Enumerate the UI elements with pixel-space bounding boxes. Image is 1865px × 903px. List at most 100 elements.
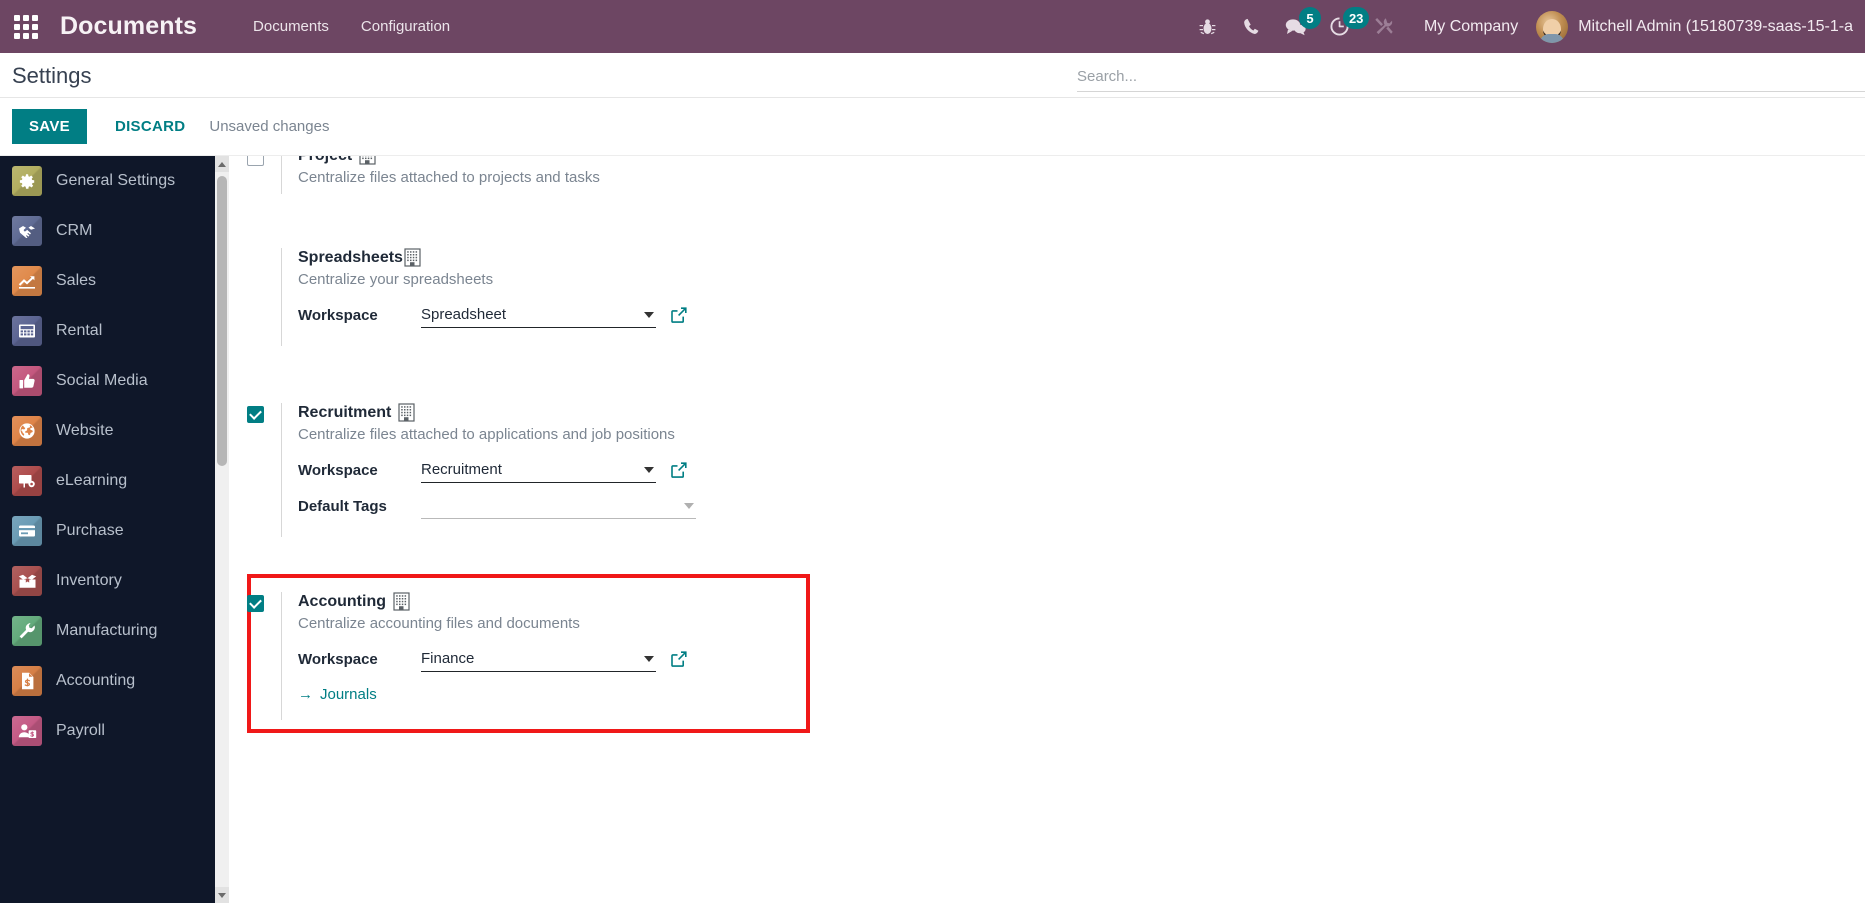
journals-link[interactable]: → Journals	[298, 686, 869, 703]
top-navbar: Documents Documents Configuration 5 23 M…	[0, 0, 1865, 53]
chevron-down-icon	[644, 655, 654, 662]
accounting-workspace-row: Workspace Finance	[298, 646, 869, 672]
search-input[interactable]	[1077, 62, 1865, 90]
tools-icon[interactable]	[1362, 0, 1406, 53]
presentation-icon	[12, 466, 42, 496]
save-button[interactable]: SAVE	[12, 109, 87, 144]
sidebar-item-label: Social Media	[56, 372, 148, 389]
accounting-title-row: Accounting	[298, 592, 869, 611]
phone-icon[interactable]	[1230, 0, 1274, 53]
sidebar-item-general-settings[interactable]: General Settings	[0, 156, 215, 206]
messages-icon[interactable]: 5	[1274, 0, 1321, 53]
field-label: Workspace	[298, 461, 378, 479]
setting-block-accounting: Accounting Centralize accounting files a…	[229, 592, 869, 720]
enterprise-building-icon	[404, 248, 421, 267]
block-divider	[281, 592, 282, 720]
setting-title: Accounting	[298, 592, 386, 610]
sidebar-item-sales[interactable]: Sales	[0, 256, 215, 306]
recruitment-checkbox[interactable]	[246, 406, 264, 423]
accounting-checkbox-cell	[229, 592, 281, 612]
sidebar-item-website[interactable]: Website	[0, 406, 215, 456]
chevron-down-icon	[644, 311, 654, 318]
thumbs-up-icon	[12, 366, 42, 396]
chart-line-icon	[12, 266, 42, 296]
sidebar-item-label: Inventory	[56, 572, 122, 589]
setting-description: Centralize accounting files and document…	[298, 615, 580, 632]
scrollbar-thumb[interactable]	[217, 176, 227, 466]
app-brand-title[interactable]: Documents	[60, 12, 197, 41]
arrow-right-icon: →	[298, 686, 313, 703]
sidebar-item-rental[interactable]: Rental	[0, 306, 215, 356]
invoice-dollar-icon	[12, 666, 42, 696]
nav-menu-configuration[interactable]: Configuration	[345, 0, 466, 53]
field-value: Finance	[421, 650, 475, 667]
setting-description: Centralize your spreadsheets	[298, 271, 494, 288]
block-divider	[281, 156, 282, 194]
sidebar-item-label: Accounting	[56, 672, 136, 689]
bug-icon[interactable]	[1186, 0, 1230, 53]
activities-clock-icon[interactable]: 23	[1318, 0, 1370, 53]
employee-money-icon	[12, 716, 42, 746]
sidebar-item-label: Purchase	[56, 522, 124, 539]
settings-sidebar[interactable]: General Settings CRM Sales Rental Social	[0, 156, 215, 903]
nav-menu-documents[interactable]: Documents	[237, 0, 345, 53]
save-discard-bar: SAVE DISCARD Unsaved changes	[0, 98, 1865, 156]
odoo-settings-page: Documents Documents Configuration 5 23 M…	[0, 0, 1865, 903]
search-bar[interactable]	[1077, 62, 1865, 92]
project-checkbox-cell	[229, 156, 281, 166]
company-switcher[interactable]: My Company	[1406, 18, 1536, 36]
credit-card-icon	[12, 516, 42, 546]
project-checkbox[interactable]	[246, 156, 264, 166]
apps-menu-button[interactable]	[0, 0, 52, 53]
user-menu[interactable]: Mitchell Admin (15180739-saas-15-1-a	[1536, 10, 1865, 43]
spreadsheets-checkbox-cell	[229, 248, 281, 251]
recruitment-default-tags-row: Default Tags	[298, 493, 929, 519]
handshake-icon	[12, 216, 42, 246]
sidebar-item-social-media[interactable]: Social Media	[0, 356, 215, 406]
sidebar-item-payroll[interactable]: Payroll	[0, 706, 215, 756]
accounting-checkbox[interactable]	[246, 595, 264, 612]
sidebar-item-elearning[interactable]: eLearning	[0, 456, 215, 506]
recruitment-title-row: Recruitment	[298, 403, 929, 422]
settings-scrollbar[interactable]	[215, 156, 229, 903]
spreadsheets-workspace-select[interactable]: Spreadsheet	[421, 302, 656, 328]
field-value: Recruitment	[421, 461, 502, 478]
enterprise-building-icon	[359, 156, 376, 165]
user-name-label: Mitchell Admin (15180739-saas-15-1-a	[1578, 17, 1853, 35]
discard-button[interactable]: DISCARD	[103, 109, 197, 144]
recruitment-default-tags-select[interactable]	[421, 493, 696, 519]
gear-icon	[12, 166, 42, 196]
field-label: Default Tags	[298, 497, 387, 515]
setting-block-recruitment: Recruitment Centralize files attached to…	[229, 403, 929, 537]
enterprise-building-icon	[398, 403, 415, 422]
field-value: Spreadsheet	[421, 306, 507, 323]
page-title: Settings	[12, 63, 92, 88]
setting-title: Spreadsheets	[298, 248, 403, 266]
calendar-icon	[12, 316, 42, 346]
setting-title: Recruitment	[298, 403, 392, 421]
sidebar-item-label: Sales	[56, 272, 97, 289]
sidebar-item-manufacturing[interactable]: Manufacturing	[0, 606, 215, 656]
project-title-row: Project	[298, 156, 869, 165]
sidebar-item-purchase[interactable]: Purchase	[0, 506, 215, 556]
journals-link-label: Journals	[320, 686, 377, 703]
sidebar-item-label: Payroll	[56, 722, 105, 739]
spreadsheets-workspace-external-link[interactable]	[670, 306, 688, 324]
sidebar-item-accounting[interactable]: Accounting	[0, 656, 215, 706]
sidebar-item-inventory[interactable]: Inventory	[0, 556, 215, 606]
chevron-down-icon	[684, 502, 694, 509]
scroll-down-button[interactable]	[215, 887, 229, 903]
setting-description: Centralize files attached to projects an…	[298, 169, 600, 186]
sidebar-item-label: Manufacturing	[56, 622, 158, 639]
recruitment-workspace-external-link[interactable]	[670, 461, 688, 479]
scroll-up-button[interactable]	[215, 156, 229, 172]
recruitment-workspace-select[interactable]: Recruitment	[421, 457, 656, 483]
sidebar-item-crm[interactable]: CRM	[0, 206, 215, 256]
sidebar-item-label: Rental	[56, 322, 103, 339]
setting-description: Centralize files attached to application…	[298, 426, 675, 443]
settings-content: Project Centralize files attached to pro…	[229, 156, 1851, 903]
accounting-workspace-select[interactable]: Finance	[421, 646, 656, 672]
sidebar-item-label: Website	[56, 422, 114, 439]
recruitment-checkbox-cell	[229, 403, 281, 423]
accounting-workspace-external-link[interactable]	[670, 650, 688, 668]
